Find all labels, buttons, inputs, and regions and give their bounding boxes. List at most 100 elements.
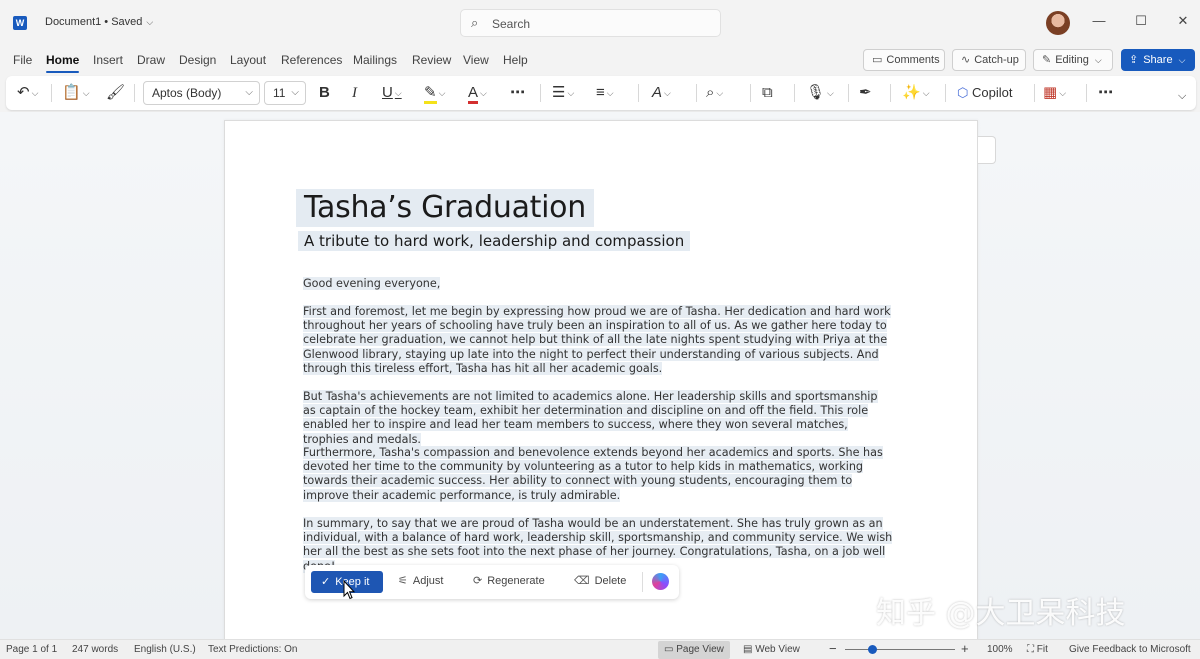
page-view-icon: ▭: [664, 644, 677, 655]
catchup-button[interactable]: ∿ Catch-up: [952, 49, 1026, 71]
paragraph-dedication[interactable]: First and foremost, let me begin by expr…: [303, 305, 893, 376]
word-logo-icon[interactable]: W: [13, 16, 27, 30]
tab-home[interactable]: Home: [46, 53, 80, 73]
microphone-icon: 🎙: [806, 84, 826, 101]
tab-draw[interactable]: Draw: [137, 53, 165, 67]
chevron-down-icon: ⌵: [1178, 90, 1187, 102]
editing-mode-button[interactable]: ✎ Editing ⌵: [1033, 49, 1113, 71]
bold-button[interactable]: B: [319, 83, 330, 103]
brush-icon: 🖌: [106, 84, 126, 101]
font-color-button[interactable]: A ⌵: [468, 83, 487, 104]
text-predictions-status[interactable]: Text Predictions: On: [208, 644, 297, 655]
grid-icon: ▦: [1043, 84, 1058, 101]
comment-icon: ▭: [872, 54, 883, 66]
format-painter-button[interactable]: 🖌: [106, 83, 125, 103]
paragraph-compassion[interactable]: Furthermore, Tasha's compassion and bene…: [303, 446, 893, 503]
dictate-button[interactable]: 🎙 ⌵: [806, 83, 834, 103]
chevron-down-icon: ⌵: [1178, 55, 1186, 65]
bullet-list-icon: ☰: [552, 84, 566, 101]
reuse-files-button[interactable]: ⧉: [762, 83, 773, 103]
tab-view[interactable]: View: [463, 53, 489, 67]
tab-references[interactable]: References: [281, 53, 342, 67]
language-status[interactable]: English (U.S.): [134, 644, 196, 655]
ellipsis-icon: ⋯: [1098, 84, 1113, 101]
italic-button[interactable]: I: [352, 83, 357, 103]
more-options-button[interactable]: ⋯: [1098, 83, 1113, 103]
document-title[interactable]: Document1 • Saved ⌵: [45, 16, 153, 28]
page-count[interactable]: Page 1 of 1: [6, 644, 57, 655]
document-subtitle[interactable]: A tribute to hard work, leadership and c…: [298, 231, 691, 251]
zoom-out-button[interactable]: −: [829, 641, 837, 656]
tab-layout[interactable]: Layout: [230, 53, 266, 67]
fit-button[interactable]: ⛶ Fit: [1027, 644, 1048, 655]
tab-design[interactable]: Design: [179, 53, 216, 67]
font-name-select[interactable]: Aptos (Body) ⌵: [143, 81, 260, 105]
underline-button[interactable]: U ⌵: [382, 83, 402, 103]
chevron-down-icon: ⌵: [291, 87, 299, 98]
zoom-level[interactable]: 100%: [987, 644, 1013, 655]
status-bar: Page 1 of 1 247 words English (U.S.) Tex…: [0, 639, 1200, 659]
paragraph-leadership[interactable]: But Tasha's achievements are not limited…: [303, 390, 893, 447]
divider: [794, 84, 795, 102]
tab-review[interactable]: Review: [412, 53, 451, 67]
highlight-button[interactable]: ✎ ⌵: [424, 83, 445, 104]
styles-button[interactable]: A ⌵: [652, 83, 671, 103]
paragraph-greeting[interactable]: Good evening everyone,: [303, 277, 893, 291]
web-view-button[interactable]: ▤ Web View: [737, 641, 806, 659]
close-button[interactable]: ✕: [1173, 13, 1193, 29]
align-button[interactable]: ≡ ⌵: [596, 83, 614, 103]
font-name-value: Aptos (Body): [152, 86, 222, 100]
paragraph-text: But Tasha's achievements are not limited…: [303, 390, 878, 446]
divider: [945, 84, 946, 102]
mouse-cursor-icon: [343, 580, 355, 600]
chevron-down-icon: ⌵: [664, 88, 671, 99]
magic-wand-icon: ✨: [902, 84, 921, 101]
zoom-in-button[interactable]: +: [961, 641, 969, 656]
divider: [51, 84, 52, 102]
page-side-tab[interactable]: [978, 136, 996, 164]
delete-button[interactable]: ⌫ Delete: [574, 574, 626, 587]
bullets-button[interactable]: ☰ ⌵: [552, 83, 574, 103]
find-button[interactable]: ⌕ ⌵: [706, 83, 723, 103]
page-view-button[interactable]: ▭ Page View: [658, 641, 730, 659]
editor-pen-icon: ✒: [859, 84, 872, 101]
expand-ribbon-button[interactable]: ⌵: [1178, 86, 1186, 106]
avatar[interactable]: [1046, 11, 1070, 35]
divider: [890, 84, 891, 102]
designer-button[interactable]: ✨ ⌵: [902, 83, 930, 103]
share-label: Share: [1143, 54, 1173, 66]
page-view-label: Page View: [676, 644, 724, 655]
adjust-button[interactable]: ⚟ Adjust: [398, 574, 443, 587]
editor-button[interactable]: ✒: [859, 83, 872, 103]
divider: [134, 84, 135, 102]
feedback-link[interactable]: Give Feedback to Microsoft: [1069, 644, 1191, 655]
tab-help[interactable]: Help: [503, 53, 528, 67]
document-title-heading[interactable]: Tasha’s Graduation: [296, 189, 594, 227]
tab-insert[interactable]: Insert: [93, 53, 123, 67]
add-ins-button[interactable]: ▦ ⌵: [1043, 83, 1066, 103]
regenerate-button[interactable]: ⟳ Regenerate: [473, 574, 545, 587]
checkmark-icon: ✓: [321, 576, 331, 588]
copilot-icon[interactable]: [652, 573, 669, 590]
delete-icon: ⌫: [574, 575, 590, 587]
search-input[interactable]: ⌕ Search: [460, 9, 721, 37]
share-button[interactable]: ⇪ Share ⌵: [1121, 49, 1195, 71]
undo-button[interactable]: ↶ ⌵: [17, 83, 38, 103]
chevron-down-icon: ⌵: [394, 88, 402, 99]
copilot-action-bar: ✓ Keep it ⚟ Adjust ⟳ Regenerate ⌫ Delete: [305, 565, 679, 599]
maximize-button[interactable]: ☐: [1131, 13, 1151, 29]
zoom-slider[interactable]: [845, 649, 955, 650]
more-font-options-button[interactable]: ⋯: [510, 83, 525, 103]
zoom-slider-thumb[interactable]: [868, 645, 877, 654]
tab-file[interactable]: File: [13, 53, 32, 67]
minimize-button[interactable]: —: [1089, 13, 1109, 28]
search-icon: ⌕: [706, 84, 715, 101]
copilot-button[interactable]: ⬡ Copilot: [957, 83, 1012, 103]
paste-button[interactable]: 📋 ⌵: [62, 83, 90, 103]
tab-mailings[interactable]: Mailings: [353, 53, 397, 67]
catchup-label: Catch-up: [974, 54, 1019, 66]
font-size-select[interactable]: 11 ⌵: [264, 81, 306, 105]
word-count[interactable]: 247 words: [72, 644, 118, 655]
comments-button[interactable]: ▭ Comments: [863, 49, 945, 71]
web-view-icon: ▤: [743, 644, 756, 655]
